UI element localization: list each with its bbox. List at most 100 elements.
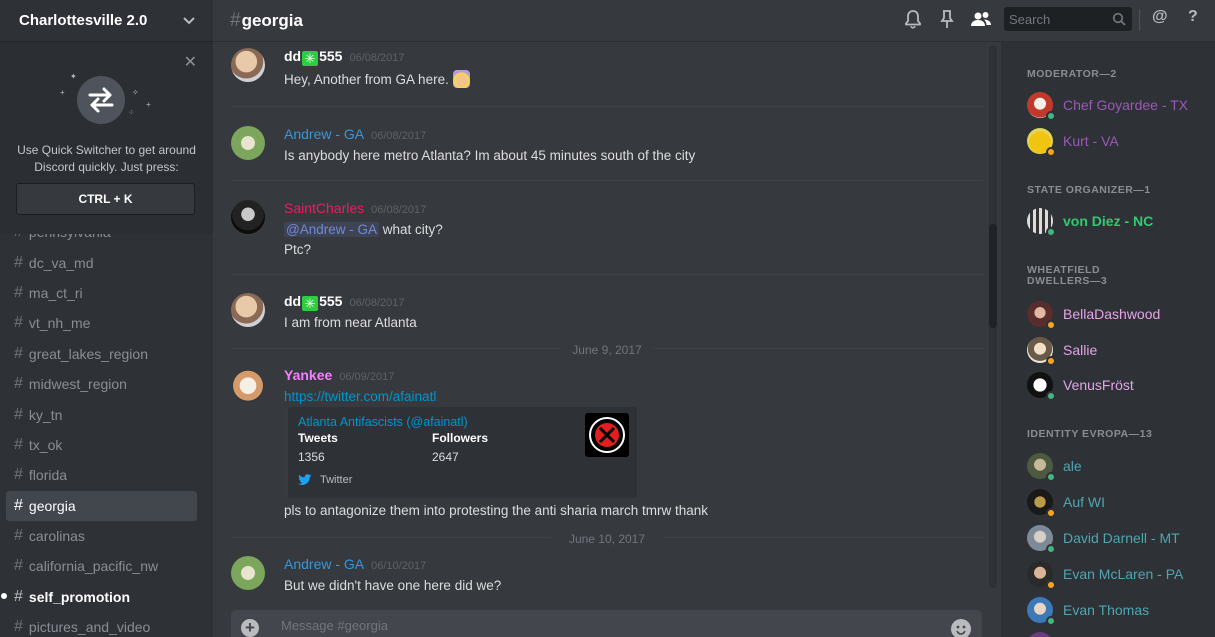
avatar[interactable]: [231, 556, 265, 590]
message-text: But we didn't have one here did we?: [284, 578, 502, 592]
message-text: Is anybody here metro Atlanta? Im about …: [284, 148, 696, 163]
sparkle-icon: +: [60, 88, 65, 97]
member-item[interactable]: Sallie: [1027, 334, 1207, 366]
avatar[interactable]: [231, 126, 265, 160]
channel-item-dc_va_md[interactable]: # dc_va_md: [6, 247, 197, 277]
member-name: von Diez - NC: [1063, 213, 1154, 229]
message-composer[interactable]: +: [231, 610, 982, 637]
hash-icon: #: [14, 253, 23, 271]
close-icon[interactable]: ✕: [184, 52, 197, 72]
member-item[interactable]: Auf WI: [1027, 486, 1207, 518]
online-status: [1046, 472, 1056, 482]
message-link[interactable]: https://twitter.com/afainatl: [284, 389, 436, 404]
avatar: [1027, 525, 1056, 554]
pin-icon[interactable]: [937, 9, 959, 31]
avatar[interactable]: [231, 48, 265, 82]
channel-item-self_promotion[interactable]: # self_promotion: [1, 582, 197, 612]
sparkle-icon: ⁘: [128, 108, 135, 117]
embed-title[interactable]: Atlanta Antifascists (@afainatl): [298, 415, 468, 429]
avatar[interactable]: [231, 200, 265, 234]
channel-label: ma_ct_ri: [28, 284, 83, 301]
member-name: Chef Goyardee - TX: [1063, 97, 1189, 113]
channel-label: pictures_and_video: [28, 619, 151, 636]
member-name: Sallie: [1063, 342, 1098, 358]
member-item[interactable]: Chef Goyardee - TX: [1027, 89, 1207, 121]
idle-status: [1046, 147, 1056, 157]
at-icon[interactable]: @: [1152, 8, 1168, 26]
member-item[interactable]: BellaDashwood: [1027, 298, 1207, 330]
channel-item-georgia[interactable]: # georgia: [6, 490, 197, 521]
search-icon[interactable]: [1112, 12, 1126, 29]
date-label: June 10, 2017: [562, 532, 652, 546]
member-item[interactable]: Evan McLaren - PA: [1027, 558, 1207, 590]
member-item[interactable]: Kurt - VA: [1027, 125, 1207, 157]
role-header: WHEATFIELD DWELLERS—3: [1027, 264, 1108, 287]
channel-item-vt_nh_me[interactable]: # vt_nh_me: [6, 308, 197, 338]
channel-label: midwest_region: [28, 376, 127, 393]
member-item[interactable]: David Darnell - MT: [1027, 522, 1207, 554]
hash-icon: #: [14, 587, 23, 605]
channel-item-california_pacific_nw[interactable]: # california_pacific_nw: [6, 551, 197, 581]
username[interactable]: dd ✳ 555: [284, 293, 342, 311]
quick-switcher-shortcut[interactable]: CTRL + K: [16, 183, 195, 215]
swap-arrows-icon: [77, 76, 125, 124]
search-input[interactable]: [1009, 11, 1105, 27]
user-mention[interactable]: @Andrew - GA: [284, 222, 379, 237]
date-divider: June 10, 2017: [231, 530, 983, 546]
emoji-icon[interactable]: [951, 619, 971, 637]
channel-item-ky_tn[interactable]: # ky_tn: [6, 399, 197, 429]
quick-switcher-tip: ✕ ✦ + ✧ + ⁘ Use Quick Switcher to get ar…: [0, 42, 213, 234]
sparkle-icon: ✦: [70, 72, 77, 81]
bell-icon[interactable]: [903, 9, 925, 31]
username[interactable]: SaintCharles: [284, 200, 364, 216]
hash-icon: #: [14, 435, 23, 453]
members-icon[interactable]: [970, 9, 992, 31]
hash-icon: #: [14, 375, 23, 393]
hash-icon: #: [14, 344, 23, 362]
scrollbar-thumb[interactable]: [989, 224, 997, 328]
member-list: MODERATOR—2 Chef Goyardee - TX Kurt - VA…: [1001, 42, 1215, 637]
message-divider: [231, 180, 983, 181]
avatar: [1027, 208, 1056, 237]
header-divider: [1139, 9, 1140, 31]
member-item[interactable]: ale: [1027, 450, 1207, 482]
username[interactable]: Andrew - GA: [284, 126, 364, 142]
chat-header: # georgia @ ?: [213, 0, 1215, 42]
antifa-logo-thumbnail[interactable]: [585, 413, 629, 457]
channel-item-tx_ok[interactable]: # tx_ok: [6, 430, 197, 460]
help-icon[interactable]: ?: [1188, 8, 1198, 26]
timestamp: 06/08/2017: [371, 204, 427, 216]
username[interactable]: Andrew - GA: [284, 556, 364, 572]
avatar: [1027, 453, 1056, 482]
add-icon[interactable]: +: [241, 619, 259, 637]
channel-item-carolinas[interactable]: # carolinas: [6, 521, 197, 551]
avatar[interactable]: [231, 293, 265, 327]
channel-title: georgia: [241, 10, 303, 30]
avatar: [1027, 597, 1056, 626]
member-item[interactable]: Evan Thomas: [1027, 594, 1207, 626]
member-item[interactable]: VenusFröst: [1027, 369, 1207, 401]
server-header[interactable]: Charlottesville 2.0: [0, 0, 213, 42]
username[interactable]: dd ✳ 555: [284, 48, 342, 66]
message-text: pls to antagonize them into protesting t…: [284, 503, 708, 518]
member-item[interactable]: [1027, 629, 1207, 637]
sparkle-icon: ✧: [132, 88, 139, 97]
timestamp: 06/09/2017: [339, 371, 395, 383]
username[interactable]: Yankee: [284, 367, 332, 383]
chevron-down-icon[interactable]: [183, 14, 195, 28]
channel-item-great_lakes_region[interactable]: # great_lakes_region: [6, 339, 197, 369]
member-item[interactable]: von Diez - NC: [1027, 205, 1207, 237]
channel-item-florida[interactable]: # florida: [6, 460, 197, 490]
unread-indicator: [1, 592, 7, 599]
channel-item-pictures_and_video[interactable]: # pictures_and_video: [6, 612, 197, 637]
member-name: Evan McLaren - PA: [1063, 566, 1184, 582]
avatar[interactable]: [231, 367, 265, 401]
avatar: [1027, 561, 1056, 590]
channel-item-midwest_region[interactable]: # midwest_region: [6, 369, 197, 399]
channel-label: california_pacific_nw: [28, 558, 159, 575]
role-header: IDENTITY EVROPA—13: [1027, 428, 1153, 440]
server-name: Charlottesville 2.0: [19, 12, 148, 29]
channel-item-ma_ct_ri[interactable]: # ma_ct_ri: [6, 278, 197, 308]
search-box[interactable]: [1004, 7, 1132, 31]
message-input[interactable]: [281, 618, 931, 633]
